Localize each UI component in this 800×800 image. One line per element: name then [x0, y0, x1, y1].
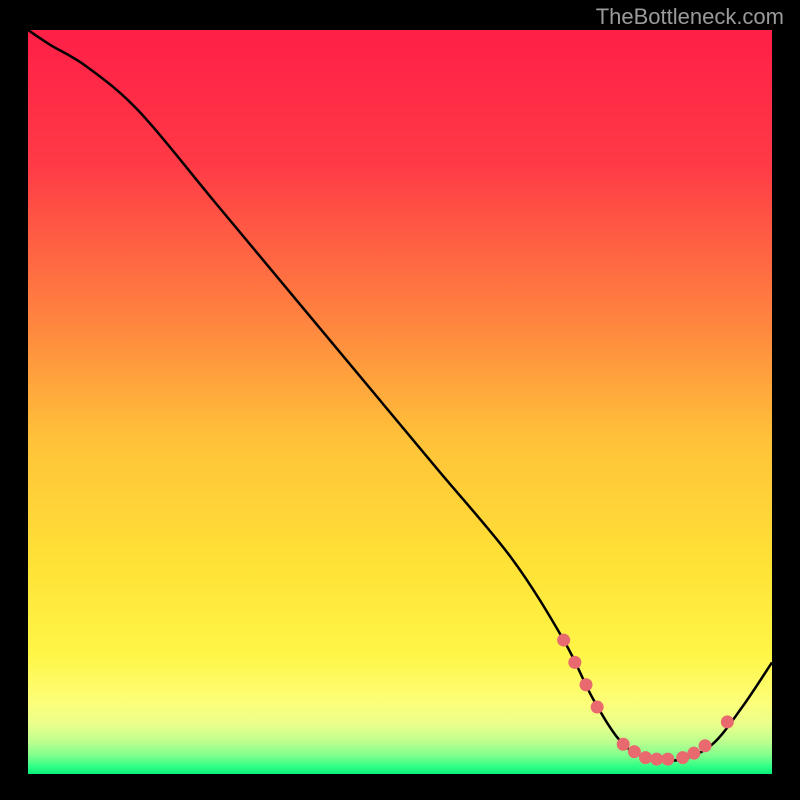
marker-point: [580, 678, 593, 691]
attribution-label: TheBottleneck.com: [596, 4, 784, 30]
marker-point: [568, 656, 581, 669]
chart-svg: [28, 30, 772, 774]
plot-area: [28, 30, 772, 774]
chart-frame: TheBottleneck.com: [0, 0, 800, 800]
marker-point: [699, 739, 712, 752]
marker-point: [617, 738, 630, 751]
marker-point: [639, 751, 652, 764]
gradient-background: [28, 30, 772, 774]
marker-point: [591, 701, 604, 714]
marker-point: [628, 745, 641, 758]
marker-point: [557, 634, 570, 647]
marker-point: [661, 753, 674, 766]
marker-point: [650, 753, 663, 766]
marker-point: [676, 751, 689, 764]
marker-point: [721, 715, 734, 728]
marker-point: [687, 747, 700, 760]
